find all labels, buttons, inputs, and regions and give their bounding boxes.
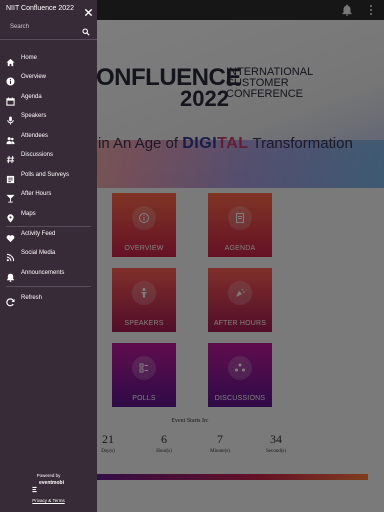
search-input[interactable]: Search xyxy=(10,24,29,30)
sidebar-item-refresh[interactable]: Refresh xyxy=(0,290,97,308)
sidebar-item-agenda[interactable]: Agenda xyxy=(0,89,97,107)
map-pin-icon xyxy=(6,210,15,223)
bell-icon xyxy=(6,269,15,282)
rss-icon xyxy=(6,249,15,262)
sidebar-item-overview[interactable]: Overview xyxy=(0,69,97,87)
calendar-icon xyxy=(6,93,15,106)
sidebar-item-attendees[interactable]: Attendees xyxy=(0,128,97,146)
list-icon xyxy=(6,171,15,184)
sidebar-item-announcements[interactable]: Announcements xyxy=(0,265,97,283)
sidebar-item-label: Agenda xyxy=(21,94,42,100)
eventmobi-logo-icon xyxy=(31,480,38,493)
sidebar-item-home[interactable]: Home xyxy=(0,50,97,68)
drawer-title: NIIT Confluence 2022 xyxy=(6,5,74,12)
heart-icon xyxy=(6,230,15,243)
close-icon[interactable] xyxy=(84,4,93,17)
sidebar-item-speakers[interactable]: Speakers xyxy=(0,108,97,126)
sidebar-item-label: Social Media xyxy=(21,250,56,256)
sidebar-item-social-media[interactable]: Social Media xyxy=(0,245,97,263)
sidebar-item-after-hours[interactable]: After Hours xyxy=(0,186,97,204)
sidebar-item-label: Home xyxy=(21,55,38,61)
sidebar-item-label: Overview xyxy=(21,74,47,80)
sidebar-item-label: Announcements xyxy=(21,270,65,276)
sidebar-item-label: Attendees xyxy=(21,133,49,139)
sidebar-item-label: Discussions xyxy=(21,152,54,158)
sidebar-item-activity-feed[interactable]: Activity Feed xyxy=(0,226,97,244)
info-icon xyxy=(6,73,15,86)
search-divider xyxy=(0,39,97,40)
sidebar-item-discussions[interactable]: Discussions xyxy=(0,147,97,165)
sidebar-item-label: Speakers xyxy=(21,113,47,119)
search-icon[interactable] xyxy=(82,23,90,36)
home-icon xyxy=(6,54,15,67)
people-icon xyxy=(6,132,15,145)
drawer-divider xyxy=(6,286,91,287)
sidebar-item-label: Refresh xyxy=(21,295,43,301)
sidebar-item-polls-and-surveys[interactable]: Polls and Surveys xyxy=(0,167,97,185)
sidebar-item-label: Maps xyxy=(21,211,36,217)
eventmobi-brand-name: eventmobi xyxy=(39,480,65,486)
refresh-icon xyxy=(6,294,15,307)
eventmobi-logo: eventmobi xyxy=(31,480,71,493)
sidebar-item-maps[interactable]: Maps xyxy=(0,206,97,224)
privacy-terms-link[interactable]: Privacy & Terms xyxy=(0,498,97,503)
navigation-drawer: NIIT Confluence 2022 Search Home Overvie… xyxy=(0,0,97,512)
powered-by-label: Powered by xyxy=(36,473,61,478)
sidebar-item-label: Polls and Surveys xyxy=(21,172,70,178)
cocktail-icon xyxy=(6,190,15,203)
microphone-icon xyxy=(6,112,15,125)
sidebar-item-label: Activity Feed xyxy=(21,231,56,237)
sidebar-item-label: After Hours xyxy=(21,191,52,197)
hashtag-icon xyxy=(6,151,15,164)
